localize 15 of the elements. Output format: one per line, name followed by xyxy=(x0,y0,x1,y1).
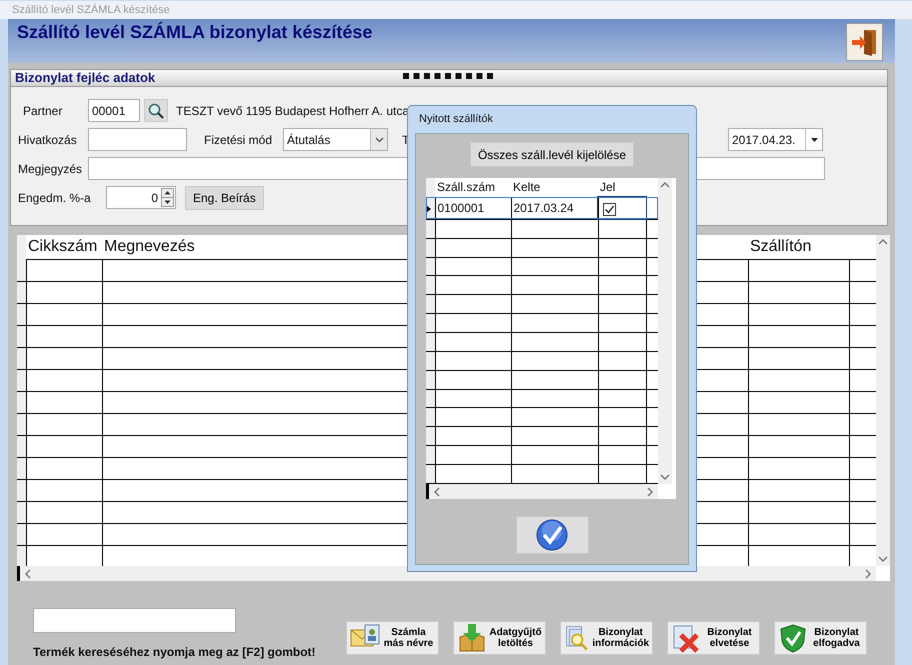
column-header: Száll.szám xyxy=(435,178,511,198)
table-cell: 2017.03.24 xyxy=(511,197,598,220)
column-header: Kelte xyxy=(511,178,598,198)
field-label: Partner xyxy=(22,102,64,120)
field-label: Megjegyzés xyxy=(18,160,84,178)
page-title: Szállító levél SZÁMLA bizonylat készítése xyxy=(17,22,372,44)
field-label: Fizetési mód xyxy=(204,132,274,148)
window-title: Szállító levél SZÁMLA készítése xyxy=(0,1,912,19)
column-header: Jel xyxy=(598,178,646,198)
dialog-title: Nyitott szállítók xyxy=(418,112,494,128)
table-cell: 0100001 xyxy=(435,197,511,220)
hint-text: Termék kereséséhez nyomja meg az [F2] gombot! xyxy=(33,644,317,661)
section-title: Bizonylat fejléc adatok xyxy=(15,69,156,88)
column-header: Cikkszám xyxy=(26,235,102,260)
field-label: Hivatkozás xyxy=(18,132,78,148)
